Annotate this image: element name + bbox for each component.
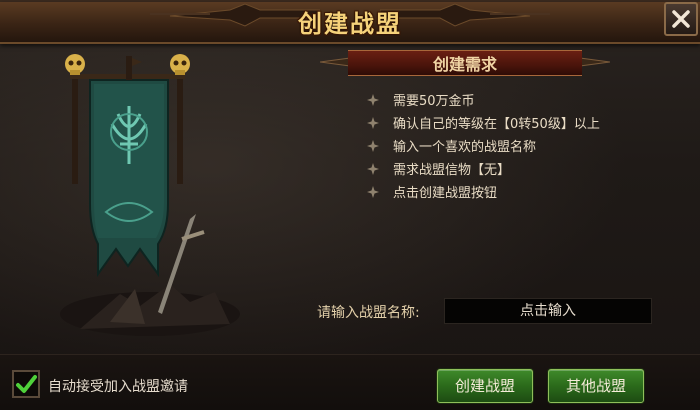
skull-icon-left <box>65 54 85 75</box>
other-guilds-button[interactable]: 其他战盟 <box>548 369 644 403</box>
guild-name-input[interactable]: 点击输入 <box>444 298 652 324</box>
create-guild-button[interactable]: 创建战盟 <box>437 369 533 403</box>
list-item: 需要50万金币 <box>366 88 666 111</box>
diamond-bullet-icon <box>367 93 379 106</box>
skull-icon-right <box>170 54 190 75</box>
requirement-text: 点击创建战盟按钮 <box>393 186 498 201</box>
requirements-title: 创建需求 <box>432 55 497 74</box>
auto-accept-label: 自动接受加入战盟邀请 <box>48 379 188 395</box>
requirement-text: 输入一个喜欢的战盟名称 <box>393 140 537 155</box>
list-item: 确认自己的等级在【0转50级】以上 <box>366 111 666 134</box>
requirements-list: 需要50万金币 确认自己的等级在【0转50级】以上 输入一个喜欢的战盟名称 需求… <box>366 88 666 203</box>
dialog-title: 创建战盟 <box>298 10 402 38</box>
close-button[interactable] <box>664 2 698 36</box>
diamond-bullet-icon <box>367 185 379 198</box>
requirement-text: 需求战盟信物【无】 <box>393 163 511 178</box>
close-icon <box>672 10 690 28</box>
auto-accept-checkbox[interactable] <box>12 370 40 398</box>
list-item: 输入一个喜欢的战盟名称 <box>366 134 666 157</box>
checkmark-icon <box>16 375 37 393</box>
list-item: 需求战盟信物【无】 <box>366 157 666 180</box>
requirement-text: 需要50万金币 <box>393 94 475 109</box>
guild-banner-image <box>40 44 250 344</box>
create-guild-dialog: 创建战盟 创建需求 需要50万金币 确认自己的等级在【0转50级】以上 输入一个… <box>0 0 700 410</box>
diamond-bullet-icon <box>367 162 379 175</box>
banner-illustration <box>60 54 240 336</box>
requirement-text: 确认自己的等级在【0转50级】以上 <box>393 117 600 132</box>
requirements-header: 创建需求 <box>320 46 610 76</box>
title-bar: 创建战盟 <box>0 2 700 44</box>
diamond-bullet-icon <box>367 139 379 152</box>
diamond-bullet-icon <box>367 116 379 129</box>
guild-name-label: 请输入战盟名称: <box>317 305 420 321</box>
list-item: 点击创建战盟按钮 <box>366 180 666 203</box>
